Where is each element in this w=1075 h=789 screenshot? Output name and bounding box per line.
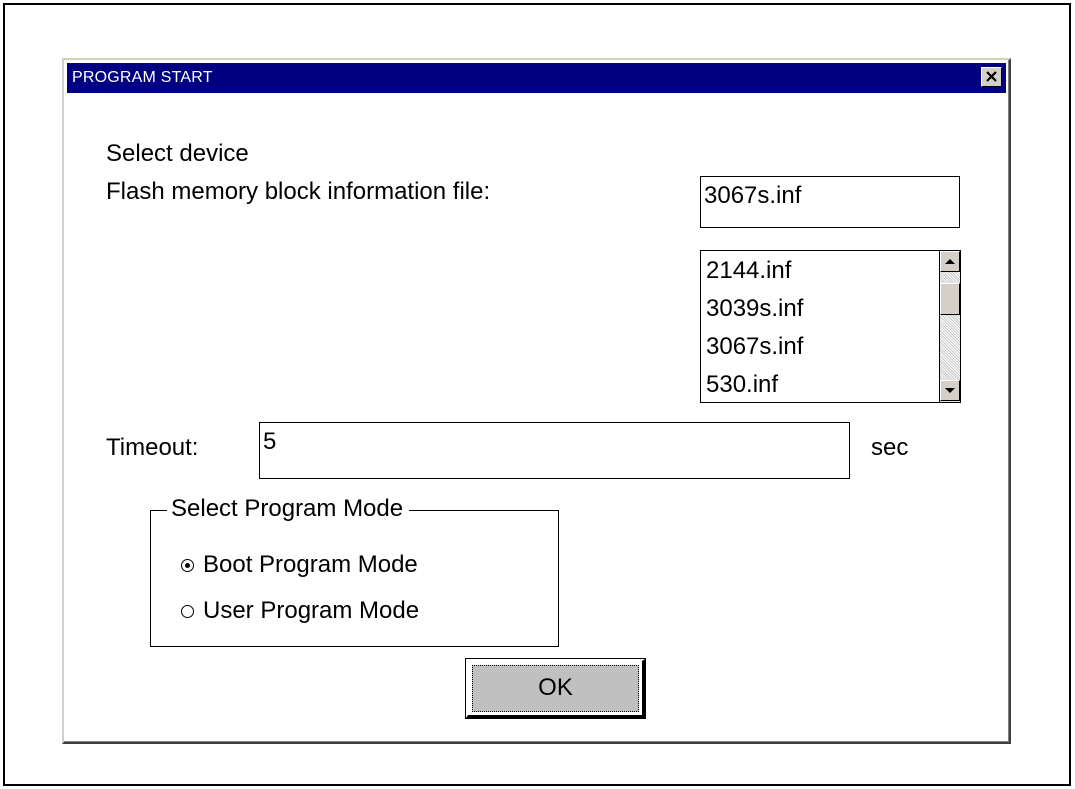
ok-button-label: OK — [472, 665, 639, 712]
ok-button[interactable]: OK — [465, 658, 646, 719]
title-bar[interactable]: PROGRAM START — [67, 63, 1006, 93]
timeout-input[interactable]: 5 — [259, 422, 850, 479]
radio-label: Boot Program Mode — [203, 551, 418, 578]
program-start-dialog: PROGRAM START Select device Flash memory… — [62, 58, 1011, 744]
close-icon — [986, 71, 997, 82]
close-button[interactable] — [981, 67, 1002, 87]
program-mode-group: Select Program Mode Boot Program Mode Us… — [150, 495, 559, 647]
dialog-title: PROGRAM START — [72, 69, 213, 86]
flash-file-list[interactable]: 2144.inf 3039s.inf 3067s.inf 530.inf — [700, 250, 961, 403]
list-scrollbar[interactable] — [939, 251, 960, 402]
list-item[interactable]: 530.inf — [706, 371, 778, 399]
scroll-up-arrow-icon — [945, 259, 955, 264]
scroll-down-button[interactable] — [940, 380, 960, 401]
scroll-down-arrow-icon — [945, 388, 955, 393]
radio-label: User Program Mode — [203, 597, 420, 624]
program-mode-title: Select Program Mode — [167, 495, 410, 523]
flash-file-label: Flash memory block information file: — [106, 178, 491, 205]
timeout-unit: sec — [871, 434, 909, 461]
scroll-up-button[interactable] — [940, 251, 960, 272]
radio-button[interactable] — [181, 605, 194, 618]
scroll-thumb[interactable] — [940, 283, 960, 315]
list-item[interactable]: 3039s.inf — [706, 295, 803, 323]
timeout-label: Timeout: — [106, 434, 199, 461]
radio-button-checked[interactable] — [181, 559, 194, 572]
select-device-label: Select device — [106, 140, 249, 167]
flash-file-input[interactable]: 3067s.inf — [700, 176, 960, 228]
list-item[interactable]: 2144.inf — [706, 257, 791, 285]
list-item[interactable]: 3067s.inf — [706, 333, 803, 361]
